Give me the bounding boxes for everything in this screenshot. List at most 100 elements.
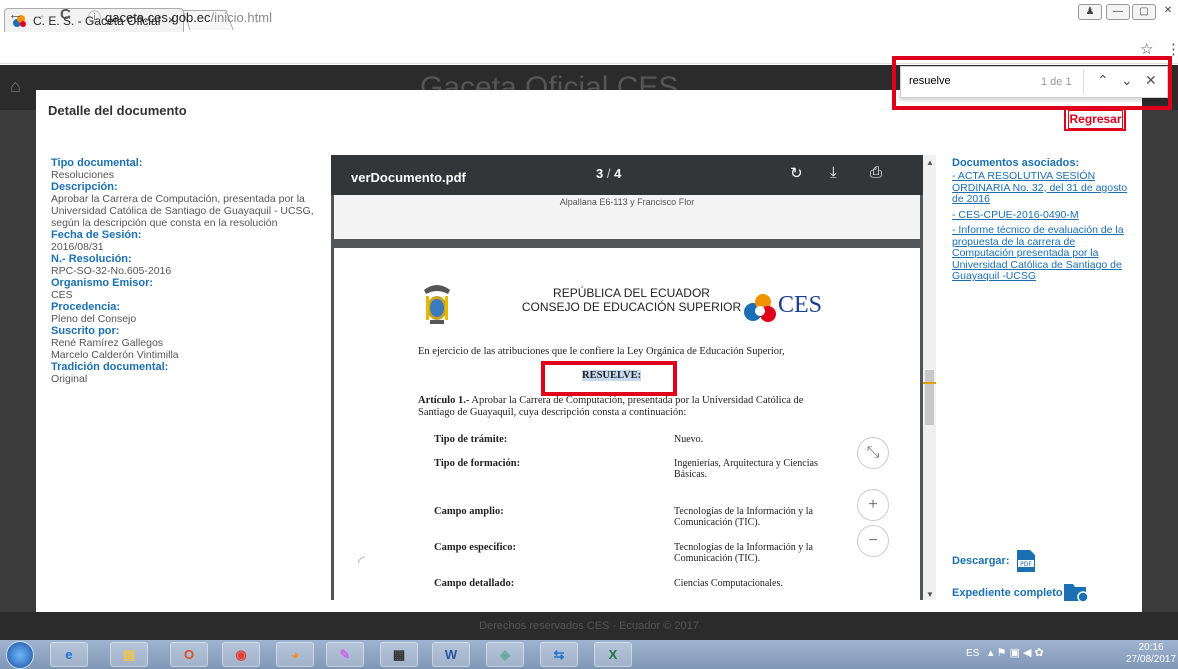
office-taskbar-icon[interactable]: O — [170, 642, 208, 667]
field-label: Fecha de Sesión: — [51, 229, 142, 241]
language-indicator[interactable]: ES — [966, 648, 979, 659]
info-icon: ⓘ — [88, 10, 102, 25]
ces-logo: CES — [744, 292, 822, 328]
ecuador-coat-of-arms-icon — [424, 285, 450, 324]
associated-link[interactable]: - ACTA RESOLUTIVA SESIÓN ORDINARIA No. 3… — [952, 170, 1132, 206]
download-label: Descargar: — [952, 555, 1010, 567]
start-button[interactable] — [6, 641, 34, 669]
scroll-down-icon[interactable]: ▼ — [926, 590, 934, 599]
find-match-marker — [923, 382, 936, 384]
field-value: Original — [51, 373, 88, 385]
fit-page-button[interactable]: ⤡ — [857, 437, 889, 469]
associated-documents: Documentos asociados: - ACTA RESOLUTIVA … — [952, 157, 1132, 287]
explorer-taskbar-icon[interactable]: ▤ — [110, 642, 148, 667]
word-taskbar-icon[interactable]: W — [432, 642, 470, 667]
url-host: gaceta.ces.gob.ec — [105, 10, 211, 25]
pdf-row-value: Nuevo. — [674, 434, 704, 445]
associated-title: Documentos asociados: — [952, 157, 1080, 169]
pdf-article-title: Artículo 1.- — [418, 395, 470, 406]
field-value: René Ramírez Gallegos — [51, 337, 164, 349]
tool-taskbar-icon[interactable]: ◈ — [486, 642, 524, 667]
teamviewer-taskbar-icon[interactable]: ⇆ — [540, 642, 578, 667]
field-value: Pleno del Consejo — [51, 313, 137, 325]
field-label: Suscrito por: — [51, 325, 120, 337]
site-footer: Derechos reservados CES - Ecuador © 2017 — [0, 612, 1178, 640]
document-metadata: Tipo documental: Resoluciones Descripción:… — [51, 157, 321, 385]
pdf-current-page[interactable]: 3 — [596, 166, 603, 181]
chrome-taskbar-icon[interactable]: ◉ — [222, 642, 260, 667]
firefox-taskbar-icon[interactable]: ◕ — [276, 642, 314, 667]
excel-taskbar-icon[interactable]: X — [594, 642, 632, 667]
associated-list: - ACTA RESOLUTIVA SESIÓN ORDINARIA No. 3… — [952, 170, 1132, 283]
field-value: Marcelo Calderón Vintimilla — [51, 349, 179, 361]
pdf-row-value: Tecnologías de la Información y la Comun… — [674, 506, 813, 528]
clock-time: 20:16 — [1138, 642, 1164, 653]
pdf-total-pages: 4 — [614, 166, 622, 181]
field-value: 2016/08/31 — [51, 241, 104, 253]
field-label: Organismo Emisor: — [51, 277, 154, 289]
tray-icons[interactable]: ▴ ⚑ ▣ ◀ ✿ — [988, 646, 1044, 659]
notes-taskbar-icon[interactable]: ▦ — [380, 642, 418, 667]
field-label: Descripción: — [51, 181, 118, 193]
zoom-out-button[interactable]: − — [857, 525, 889, 557]
pdf-file-icon[interactable]: PDF — [1015, 549, 1037, 573]
scroll-up-icon[interactable]: ▲ — [926, 158, 934, 167]
minimize-button[interactable]: — — [1106, 4, 1130, 20]
pdf-article: Artículo 1.- Aprobar la Carrera de Compu… — [418, 395, 838, 419]
field-label: Procedencia: — [51, 301, 121, 313]
home-icon[interactable]: ⌂ — [10, 76, 21, 97]
pdf-intro: En ejercicio de las atribuciones que le … — [418, 346, 785, 357]
associated-link[interactable]: - Informe técnico de evaluación de la pr… — [952, 224, 1132, 283]
paint-taskbar-icon[interactable]: ✎ — [326, 642, 364, 667]
prev-page-address: Alpallana E6-113 y Francisco Flor — [559, 197, 695, 207]
clock-date: 27/08/2017 — [1126, 654, 1177, 665]
zoom-in-button[interactable]: + — [857, 489, 889, 521]
associated-link[interactable]: - CES-CPUE-2016-0490-M — [952, 209, 1132, 222]
field-value: Resoluciones — [51, 169, 115, 181]
full-file-label[interactable]: Expediente completo — [952, 587, 1063, 599]
url-path: /inicio.html — [210, 10, 272, 25]
pdf-row-value: Tecnologías de la Información y la Comun… — [674, 542, 813, 564]
pdf-heading-republic: REPÚBLICA DEL ECUADOR — [553, 286, 710, 300]
rotate-icon[interactable]: ↻ — [790, 164, 803, 182]
ces-logo-text: CES — [778, 292, 823, 318]
pdf-article-text: Aprobar la Carrera de Computación, prese… — [418, 395, 804, 418]
svg-text:PDF: PDF — [1020, 561, 1032, 568]
ie-taskbar-icon[interactable]: e — [50, 642, 88, 667]
footer-text: Derechos reservados CES - Ecuador © 2017 — [479, 620, 699, 632]
pdf-row-value: Ciencias Computacionales. — [674, 578, 783, 589]
download-icon[interactable]: ⤓ — [830, 164, 837, 181]
profile-icon[interactable]: ♟ — [1078, 4, 1102, 20]
pdf-filename: verDocumento.pdf — [351, 170, 466, 185]
pdf-row-key: Tipo de trámite: — [434, 434, 508, 445]
back-arrow-icon[interactable]: ← — [8, 6, 23, 23]
loading-spinner-icon: ◜ — [358, 552, 365, 572]
modal-title: Detalle del documento — [48, 103, 187, 118]
reload-icon[interactable]: C — [60, 6, 71, 23]
pdf-page-indicator: 3 / 4 — [596, 166, 622, 181]
field-value: CES — [51, 289, 73, 301]
pdf-page-current: REPÚBLICA DEL ECUADOR CONSEJO DE EDUCACI… — [334, 248, 920, 600]
resuelve-highlight — [541, 361, 677, 396]
clock[interactable]: 20:16 27/08/2017 — [1126, 642, 1176, 666]
pdf-scrollbar-thumb[interactable] — [925, 370, 934, 425]
pdf-row-value: Ingenierías, Arquitectura y Ciencias Bás… — [674, 458, 818, 480]
field-value: RPC-SO-32-No.605-2016 — [51, 265, 172, 277]
maximize-button[interactable]: ▢ — [1132, 4, 1156, 20]
forward-arrow-icon[interactable]: → — [32, 6, 47, 23]
ces-logo-mark-icon — [744, 294, 776, 322]
print-icon[interactable]: ⎙ — [870, 164, 882, 181]
pdf-row-key: Tipo de formación: — [434, 458, 521, 469]
field-label: N.- Resolución: — [51, 253, 132, 265]
close-window-button[interactable]: ✕ — [1156, 4, 1178, 20]
field-value: Aprobar la Carrera de Computación, prese… — [51, 193, 314, 229]
url-field[interactable]: ⓘ gaceta.ces.gob.ec/inicio.html — [88, 7, 272, 26]
find-bar-highlight — [892, 56, 1172, 110]
field-label: Tradición documental: — [51, 361, 169, 373]
folder-icon[interactable] — [1063, 581, 1089, 603]
pdf-row-key: Campo amplio: — [434, 506, 504, 517]
pdf-row-key: Campo específico: — [434, 542, 516, 553]
regresar-button[interactable]: Regresar — [1068, 110, 1123, 129]
pdf-row-key: Campo detallado: — [434, 578, 515, 589]
field-label: Tipo documental: — [51, 157, 143, 169]
